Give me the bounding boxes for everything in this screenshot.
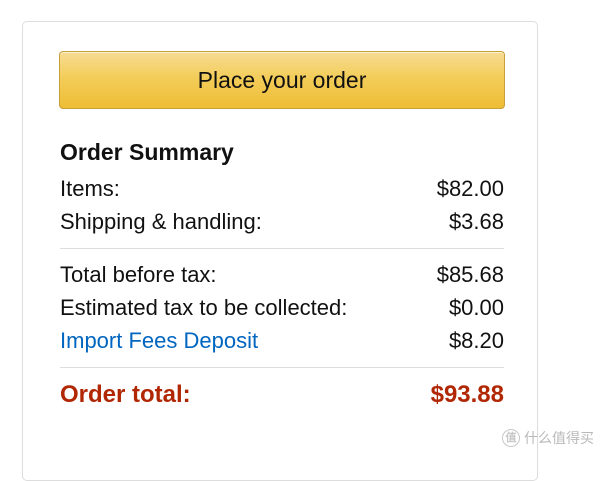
order-total-value: $93.88	[431, 377, 504, 413]
order-summary: Order Summary Items: $82.00 Shipping & h…	[60, 138, 504, 413]
order-total-label: Order total:	[60, 377, 191, 413]
divider	[60, 248, 504, 249]
watermark-text: 什么值得买	[524, 428, 594, 448]
shipping-value: $3.68	[449, 205, 504, 238]
place-order-button[interactable]: Place your order	[59, 51, 505, 109]
order-summary-panel: Place your order Order Summary Items: $8…	[22, 21, 538, 481]
order-summary-title: Order Summary	[60, 138, 504, 166]
tax-group: Total before tax: $85.68 Estimated tax t…	[60, 258, 504, 357]
import-fees-link[interactable]: Import Fees Deposit	[60, 324, 258, 357]
estimated-tax-label: Estimated tax to be collected:	[60, 291, 347, 324]
total-before-tax-value: $85.68	[437, 258, 504, 291]
import-fees-row: Import Fees Deposit $8.20	[60, 324, 504, 357]
items-label: Items:	[60, 172, 120, 205]
shipping-row: Shipping & handling: $3.68	[60, 205, 504, 238]
shipping-label: Shipping & handling:	[60, 205, 262, 238]
total-before-tax-label: Total before tax:	[60, 258, 217, 291]
subtotal-group: Items: $82.00 Shipping & handling: $3.68	[60, 172, 504, 238]
estimated-tax-value: $0.00	[449, 291, 504, 324]
order-total-row: Order total: $93.88	[60, 377, 504, 413]
import-fees-value: $8.20	[449, 324, 504, 357]
items-value: $82.00	[437, 172, 504, 205]
watermark: 值 什么值得买	[502, 428, 594, 448]
estimated-tax-row: Estimated tax to be collected: $0.00	[60, 291, 504, 324]
divider	[60, 367, 504, 368]
items-row: Items: $82.00	[60, 172, 504, 205]
place-order-button-label: Place your order	[198, 67, 367, 94]
total-before-tax-row: Total before tax: $85.68	[60, 258, 504, 291]
watermark-badge-icon: 值	[502, 429, 520, 447]
